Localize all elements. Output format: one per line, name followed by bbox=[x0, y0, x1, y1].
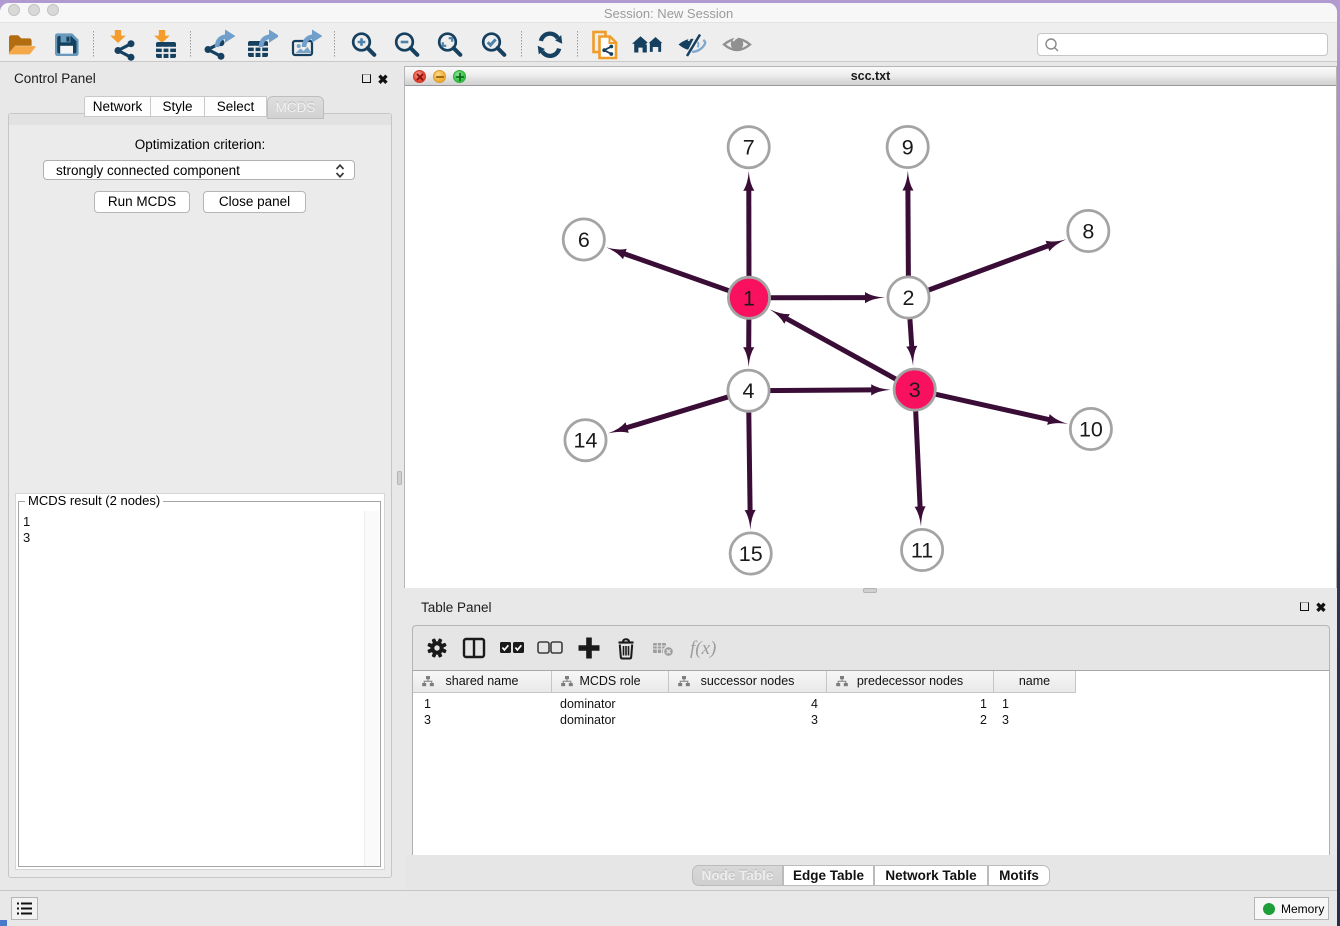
svg-text:11: 11 bbox=[911, 539, 933, 563]
svg-text:f(x): f(x) bbox=[690, 638, 716, 659]
svg-text:4: 4 bbox=[743, 379, 755, 403]
svg-text:1: 1 bbox=[743, 286, 755, 310]
svg-text:9: 9 bbox=[902, 136, 914, 160]
svg-text:6: 6 bbox=[578, 228, 590, 252]
svg-text:15: 15 bbox=[739, 542, 763, 566]
svg-text:8: 8 bbox=[1082, 220, 1094, 244]
svg-text:10: 10 bbox=[1079, 418, 1103, 442]
svg-text:14: 14 bbox=[574, 429, 598, 453]
svg-text:2: 2 bbox=[903, 286, 915, 310]
svg-text:3: 3 bbox=[909, 378, 921, 402]
svg-text:7: 7 bbox=[743, 136, 755, 160]
